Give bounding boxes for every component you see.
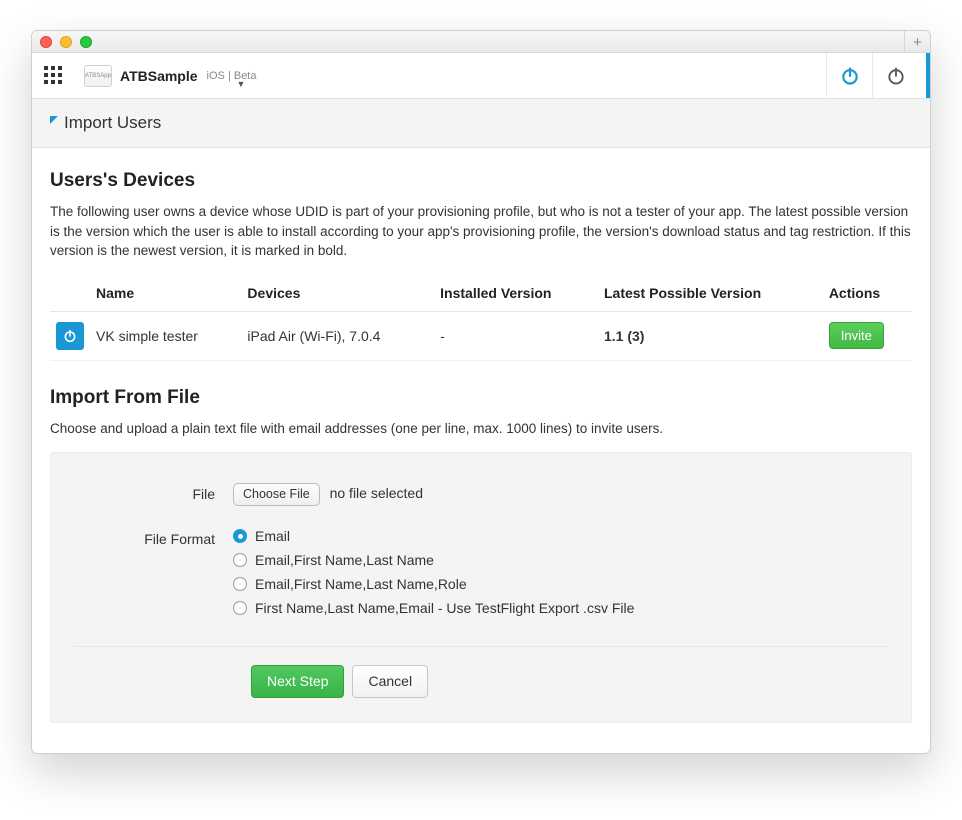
cell-devices: iPad Air (Wi-Fi), 7.0.4: [241, 311, 434, 360]
col-installed: Installed Version: [434, 275, 598, 312]
format-label: File Format: [73, 528, 233, 547]
app-platform-meta: iOS | Beta: [207, 70, 257, 82]
format-option-label: First Name,Last Name,Email - Use TestFli…: [255, 600, 634, 616]
new-tab-button[interactable]: +: [904, 31, 930, 53]
radio-icon: [233, 529, 247, 543]
choose-file-button[interactable]: Choose File: [233, 483, 320, 506]
col-devices: Devices: [241, 275, 434, 312]
format-option-label: Email,First Name,Last Name,Role: [255, 576, 467, 592]
page-title: Import Users: [64, 113, 161, 133]
radio-icon: [233, 577, 247, 591]
format-option-label: Email: [255, 528, 290, 544]
format-option-label: Email,First Name,Last Name: [255, 552, 434, 568]
power-icon: [62, 328, 78, 344]
minimize-window-button[interactable]: [60, 36, 72, 48]
zoom-window-button[interactable]: [80, 36, 92, 48]
format-option-email-name-role[interactable]: Email,First Name,Last Name,Role: [233, 576, 889, 592]
apps-grid-icon[interactable]: [44, 66, 64, 86]
col-actions: Actions: [823, 275, 912, 312]
chevron-down-icon: ▼: [236, 79, 245, 89]
file-status-text: no file selected: [330, 485, 423, 501]
app-thumbnail-icon: ATBSApp: [84, 65, 112, 87]
format-option-testflight[interactable]: First Name,Last Name,Email - Use TestFli…: [233, 600, 889, 616]
cell-name: VK simple tester: [90, 311, 241, 360]
window-controls: [40, 36, 92, 48]
page-content: Users's Devices The following user owns …: [32, 148, 930, 753]
file-row: File Choose File no file selected: [73, 483, 889, 506]
toolbar-right: [826, 53, 918, 99]
divider: [73, 646, 889, 647]
power-secondary-button[interactable]: [872, 53, 918, 99]
import-description: Choose and upload a plain text file with…: [50, 419, 912, 439]
next-step-button[interactable]: Next Step: [251, 665, 344, 698]
close-window-button[interactable]: [40, 36, 52, 48]
import-heading: Import From File: [50, 387, 912, 409]
cell-latest: 1.1 (3): [598, 311, 823, 360]
cell-installed: -: [434, 311, 598, 360]
format-option-email-name[interactable]: Email,First Name,Last Name: [233, 552, 889, 568]
file-label: File: [73, 483, 233, 502]
radio-icon: [233, 553, 247, 567]
breadcrumb: Import Users: [32, 99, 930, 148]
power-icon: [886, 66, 906, 86]
app-toolbar: ATBSApp ATBSample iOS | Beta ▼: [32, 53, 930, 99]
table-row: VK simple tester iPad Air (Wi-Fi), 7.0.4…: [50, 311, 912, 360]
invite-button[interactable]: Invite: [829, 322, 884, 350]
col-latest: Latest Possible Version: [598, 275, 823, 312]
format-option-email[interactable]: Email: [233, 528, 889, 544]
accent-edge: [926, 53, 930, 98]
form-actions: Next Step Cancel: [251, 665, 889, 698]
col-name: Name: [90, 275, 241, 312]
window-titlebar: +: [32, 31, 930, 53]
breadcrumb-marker-icon: [50, 116, 58, 124]
devices-description: The following user owns a device whose U…: [50, 202, 912, 261]
app-window: + ATBSApp ATBSample iOS | Beta ▼: [31, 30, 931, 754]
import-form: File Choose File no file selected File F…: [50, 452, 912, 723]
app-name: ATBSample: [120, 68, 198, 84]
power-primary-button[interactable]: [826, 53, 872, 99]
user-avatar-icon: [56, 322, 84, 350]
devices-table: Name Devices Installed Version Latest Po…: [50, 275, 912, 361]
power-icon: [840, 66, 860, 86]
devices-heading: Users's Devices: [50, 170, 912, 192]
radio-icon: [233, 601, 247, 615]
cancel-button[interactable]: Cancel: [352, 665, 428, 698]
format-row: File Format Email Email,First Name,Last …: [73, 528, 889, 624]
app-selector[interactable]: ATBSApp ATBSample iOS | Beta: [84, 65, 256, 87]
